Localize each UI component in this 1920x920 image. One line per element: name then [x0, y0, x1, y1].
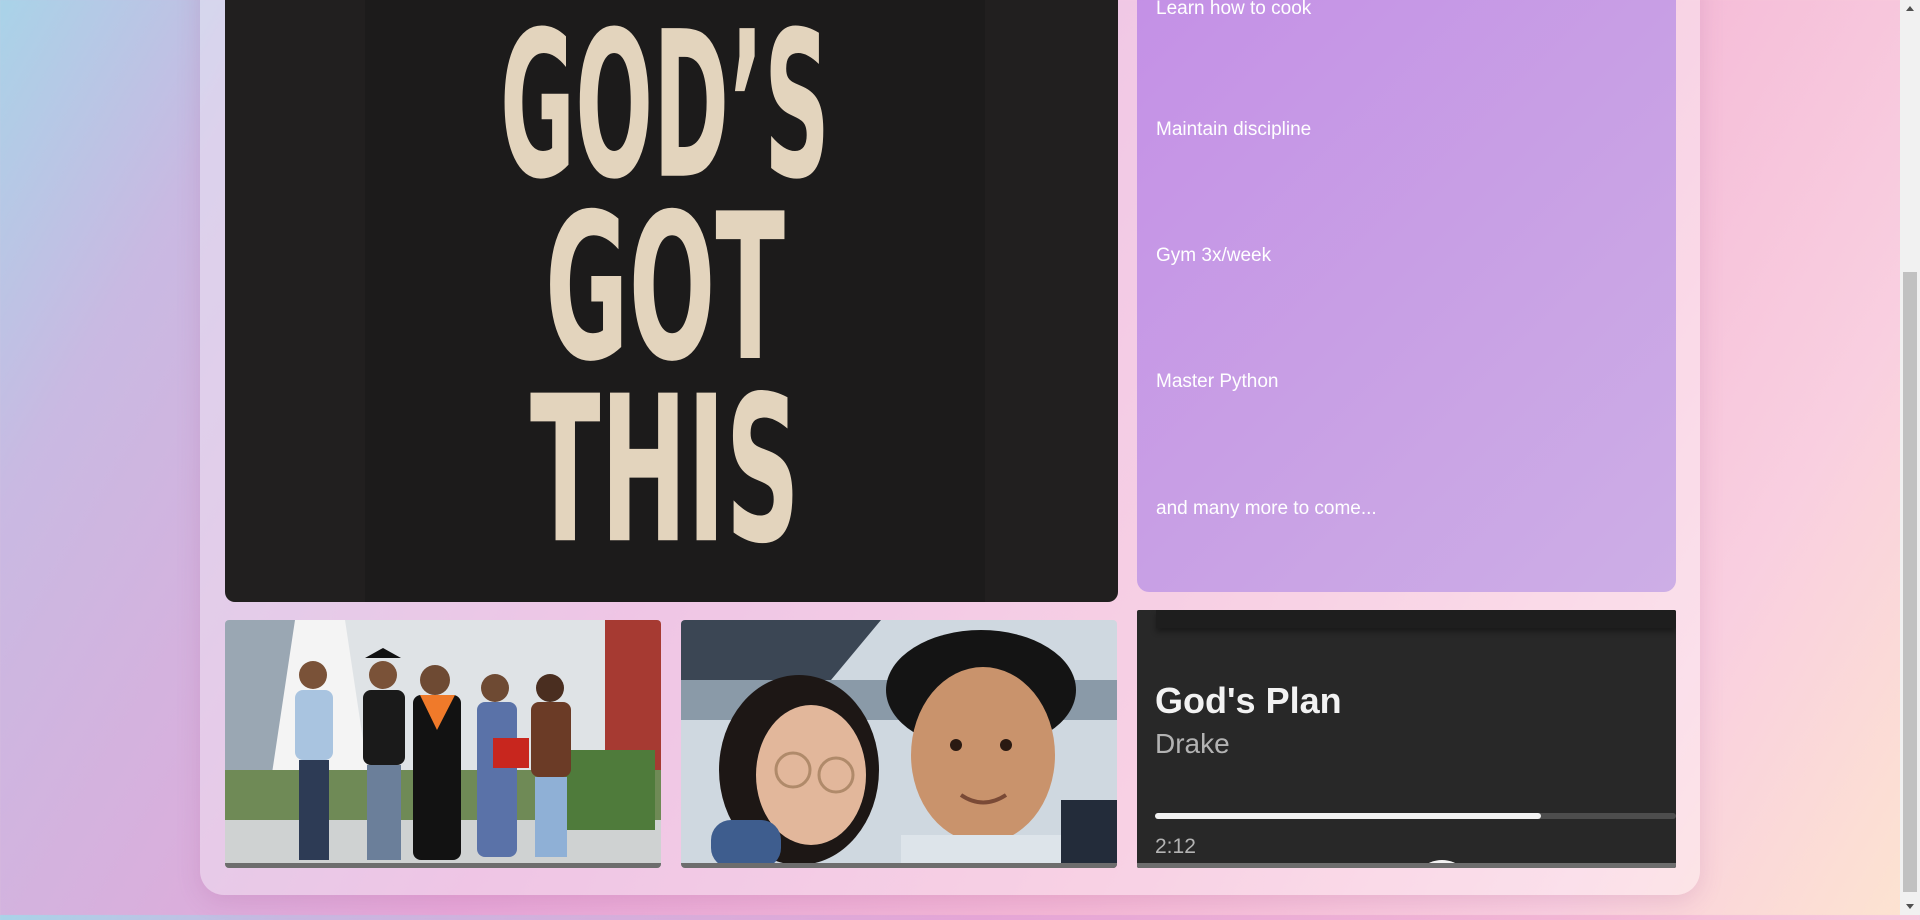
progress-bar-fill	[1155, 813, 1541, 819]
graduation-family-photo	[225, 620, 661, 868]
chevron-down-icon	[1906, 904, 1914, 909]
goal-item-3: Gym 3x/week	[1156, 245, 1272, 266]
goal-item-2: Maintain discipline	[1156, 119, 1312, 140]
couple-selfie-photo	[681, 620, 1117, 868]
progress-bar[interactable]	[1155, 813, 1676, 819]
song-artist: Drake	[1155, 728, 1230, 759]
player-bottom-bar	[1137, 863, 1676, 868]
song-title: God's Plan	[1155, 680, 1342, 721]
gods-got-this-poster: GOD’S GOT THIS	[225, 0, 1118, 602]
elapsed-time: 2:12	[1155, 835, 1196, 858]
photo-bottom-bar	[681, 863, 1117, 868]
chevron-up-icon	[1906, 6, 1914, 11]
poster-lettering: GOD’S GOT THIS	[500, 0, 830, 589]
goals-list: Learn how to cook Maintain discipline Gy…	[1137, 0, 1676, 592]
goal-item-1: Learn how to cook	[1156, 0, 1312, 19]
scroll-thumb[interactable]	[1903, 272, 1917, 892]
goal-item-4: Master Python	[1156, 371, 1279, 392]
photo-bottom-bar	[225, 863, 661, 868]
player-top-strip	[1156, 610, 1676, 628]
page-scrollbar[interactable]	[1900, 0, 1920, 915]
scroll-down-arrow[interactable]	[1900, 898, 1920, 915]
scroll-up-arrow[interactable]	[1900, 0, 1920, 17]
goal-item-5: and many more to come...	[1156, 498, 1377, 519]
poster-line-3: THIS	[530, 354, 800, 589]
now-playing-card[interactable]: God's Plan Drake 2:12	[1137, 610, 1676, 868]
